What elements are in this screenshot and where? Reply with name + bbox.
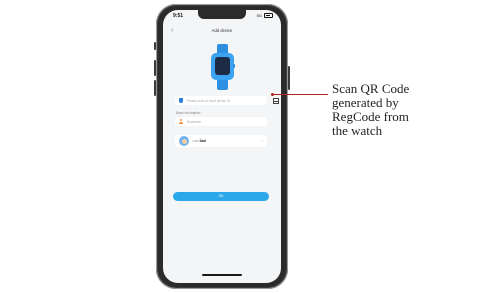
callout-line-3: RegCode from: [332, 109, 409, 124]
volume-down-button: [154, 80, 156, 96]
power-button: [288, 66, 290, 90]
relation-value: Dad: [199, 139, 206, 143]
relation-prefix: I am: [192, 139, 199, 143]
mute-switch: [154, 42, 156, 50]
watch-case: [211, 53, 235, 80]
shield-icon: [179, 98, 183, 103]
callout-line: [272, 94, 328, 95]
phone-frame: 9:51 5G ‹ Add device Please scan or inpu…: [154, 4, 290, 289]
phone-screen: 9:51 5G ‹ Add device Please scan or inpu…: [163, 10, 281, 283]
callout-text: Scan QR Code generated by RegCode from t…: [332, 82, 472, 138]
callout-line-2: generated by: [332, 95, 399, 110]
nickname-placeholder: Nickname: [187, 119, 202, 124]
watch-illustration: [209, 44, 236, 90]
callout-line-4: the watch: [332, 123, 383, 138]
status-time: 9:51: [173, 13, 184, 19]
notch: [198, 10, 246, 19]
avatar: [179, 136, 189, 146]
device-id-placeholder: Please scan or input device ID: [187, 98, 231, 103]
page-title: Add device: [211, 28, 233, 33]
watch-face: [215, 57, 230, 75]
ok-button[interactable]: OK: [173, 192, 269, 201]
user-icon: [179, 119, 183, 124]
watch-knob: [233, 64, 235, 68]
basic-info-label: Basic information: [176, 111, 201, 115]
status-icons: 5G: [257, 13, 273, 18]
nickname-field[interactable]: Nickname: [175, 117, 267, 126]
callout-line-1: Scan QR Code: [332, 81, 410, 96]
nav-bar: ‹ Add device: [163, 27, 281, 37]
qr-scan-icon[interactable]: [273, 98, 279, 104]
chevron-right-icon: ›: [261, 138, 263, 143]
network-label: 5G: [256, 13, 262, 18]
device-id-field[interactable]: Please scan or input device ID: [175, 96, 279, 105]
battery-icon: [264, 13, 273, 18]
relation-field[interactable]: I am Dad ›: [175, 135, 267, 147]
relation-text: I am Dad: [192, 139, 206, 143]
volume-up-button: [154, 60, 156, 76]
home-indicator: [202, 274, 242, 276]
